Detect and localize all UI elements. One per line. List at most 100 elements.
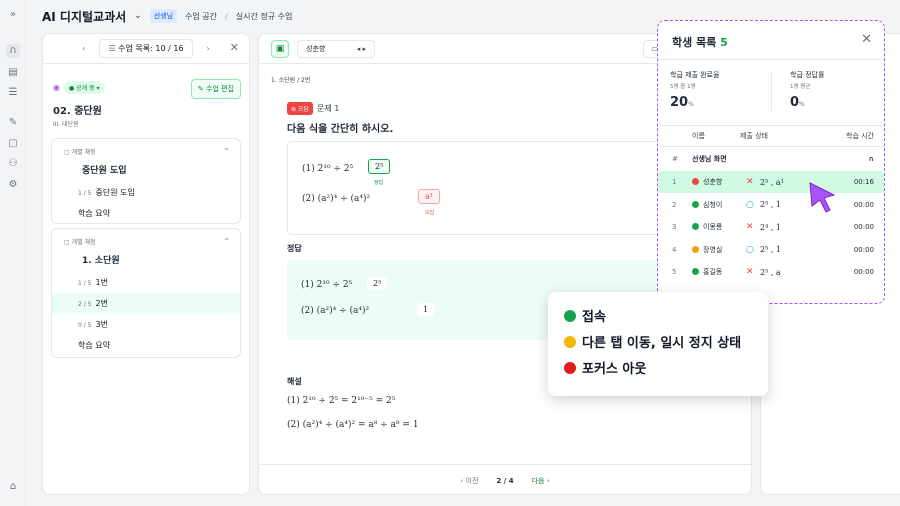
prev-label: 이전 <box>465 476 479 485</box>
row-number: 5 <box>672 268 677 276</box>
table-row[interactable]: 4 장영실 ○ 2⁵ , 1 00:00 <box>658 239 884 261</box>
study-time: 00:00 <box>853 268 874 276</box>
expand-icon[interactable]: » <box>6 8 20 22</box>
result-mark: ○ <box>746 199 754 210</box>
wrong-badge: ⊗ 오답 <box>287 102 313 115</box>
list-icon: ☰ <box>108 44 119 53</box>
table-row[interactable]: 3 이몽룡 ✕ 2⁴ , 1 00:00 <box>658 216 884 238</box>
explanation-1: (1) 2¹⁰ ÷ 2⁵ = 2¹⁰⁻⁵ = 2⁵ <box>287 396 396 406</box>
result-mark: ✕ <box>746 177 754 187</box>
item-label: 2번 <box>95 299 108 308</box>
item-progress: 1 / 5 <box>78 280 92 287</box>
table-row[interactable]: 2 심청이 ○ 2⁵ , 1 00:00 <box>658 194 884 216</box>
study-time: 00:16 <box>853 178 874 186</box>
breadcrumb-space[interactable]: 수업 공간 <box>185 11 217 22</box>
list-item[interactable]: 1 / 5 1번 <box>52 272 240 293</box>
table-header: 이름 제출 상태 학습 시간 <box>658 125 884 147</box>
page-indicator: 2 / 4 <box>496 476 514 485</box>
edit-lesson-button[interactable]: ✎ 수업 편집 <box>190 79 241 99</box>
explanation-2: (2) (a²)⁴ ÷ (a⁴)² = a⁸ ÷ a⁸ = 1 <box>287 420 419 430</box>
people-icon[interactable]: ⚇ <box>6 157 20 171</box>
section-title: 1. 소단원 <box>82 256 120 266</box>
headset-icon[interactable]: ∩ <box>868 155 874 163</box>
legend-label: 포커스 아웃 <box>582 362 647 377</box>
list-item[interactable]: 1 / 5 중단원 도입 <box>52 182 240 203</box>
stat-correct-unit: % <box>799 101 805 108</box>
list-item[interactable]: 0 / 5 3번 <box>52 314 240 335</box>
list-icon[interactable]: ☰ <box>6 86 20 100</box>
pencil-icon[interactable]: ✎ <box>6 116 20 130</box>
row-number: 3 <box>672 223 677 231</box>
status-dot <box>692 200 699 208</box>
role-tag: 선생님 <box>149 9 178 23</box>
breadcrumb-class[interactable]: 실시간 정규 수업 <box>236 11 293 22</box>
teacher-view-label: 선생님 화면 <box>692 155 727 163</box>
pagination: ‹ 이전 2 / 4 다음 › <box>259 464 751 494</box>
chevron-up-icon[interactable]: ⌃ <box>223 237 230 246</box>
student-name: 이몽룡 <box>703 223 723 231</box>
crumb-problem[interactable]: 2번 <box>301 77 310 84</box>
section-intro: ▢ 개별 채점 ⌃ 중단원 도입 1 / 5 중단원 도입 학습 요약 <box>51 138 241 224</box>
status-dot <box>692 223 699 230</box>
table-row[interactable]: 1 성춘향 ✕ 2⁵ , a¹ 00:16 <box>658 171 884 193</box>
chart-icon[interactable]: ▤ <box>6 66 20 80</box>
next-lesson-icon[interactable]: › <box>207 44 210 53</box>
chevron-up-icon[interactable]: ⌃ <box>223 147 230 156</box>
study-time: 00:00 <box>853 200 874 209</box>
document-icon[interactable]: ▢ <box>6 137 20 151</box>
list-item[interactable]: 학습 요약 <box>52 335 240 356</box>
prev-button[interactable]: ‹ 이전 <box>460 476 478 486</box>
hash-label: # <box>672 155 678 163</box>
prev-lesson-icon[interactable]: ‹ <box>82 44 85 53</box>
student-name: 성춘향 <box>306 45 326 53</box>
section-subunit: ▢ 개별 채점 ⌃ 1. 소단원 1 / 5 1번 2 / 5 2번 0 / 5 3번… <box>51 228 241 358</box>
breadcrumb-separator: / <box>225 11 228 21</box>
next-button[interactable]: 다음 › <box>532 476 550 486</box>
arrow-icons[interactable]: ◂ ▸ <box>357 41 366 57</box>
student-answer: 2⁵ , 1 <box>760 245 782 254</box>
student-list-panel: 학생 목록 5 ✕ 학급 제출 완료율 5명 중 1명 20% 학급 정답률 1… <box>657 20 885 304</box>
close-icon[interactable]: ✕ <box>861 32 872 47</box>
legend-label: 다른 탭 이동, 일시 정지 상태 <box>582 336 742 351</box>
list-item-selected[interactable]: 2 / 5 2번 <box>52 293 240 314</box>
col-name: 이름 <box>692 132 705 140</box>
student-answer: 2⁴ , 1 <box>760 222 782 232</box>
panel-title-label: 학생 목록 <box>672 36 717 49</box>
lesson-counter[interactable]: ☰ 수업 목록: 10 / 16 <box>99 39 193 58</box>
student-selector[interactable]: 성춘향 ◂ ▸ <box>297 40 375 58</box>
lesson-counter-label: 수업 목록: 10 / 16 <box>118 44 184 53</box>
chevron-down-icon[interactable]: ⌄ <box>134 11 142 21</box>
problem-label: ⊗ 오답 문제 1 <box>287 102 339 115</box>
headset-icon[interactable]: ∩ <box>6 44 20 58</box>
problem-number: 문제 1 <box>316 104 340 113</box>
list-item[interactable]: 학습 요약 <box>52 203 240 224</box>
close-icon[interactable]: ✕ <box>230 41 239 54</box>
unit-subtitle: III. 대단원 <box>53 121 79 128</box>
table-row[interactable]: 5 홍길동 ✕ 2⁵ , a 00:00 <box>658 261 884 283</box>
student-name: 장영실 <box>703 245 723 254</box>
legend-item-focus-out: 포커스 아웃 <box>564 358 752 377</box>
status-dot <box>692 245 699 253</box>
palette-icon: ◉ <box>53 83 60 92</box>
item-label: 1번 <box>95 278 108 287</box>
stat-correct-label: 학급 정답률 <box>790 71 825 79</box>
answer-1-tag: 정답 <box>374 180 384 186</box>
question-1: (1) 2¹⁰ ÷ 2⁵ <box>302 164 354 174</box>
teacher-row[interactable]: # 선생님 화면 ∩ <box>658 148 884 170</box>
stat-submit-sub: 5명 중 1명 <box>670 84 696 90</box>
col-time: 학습 시간 <box>846 132 874 140</box>
book-icon[interactable]: ▣ <box>271 40 289 58</box>
document-icon: ▢ <box>64 149 72 156</box>
settings-icon[interactable]: ⚙ <box>6 178 20 192</box>
legend-label: 접속 <box>582 310 606 325</box>
section-title: 중단원 도입 <box>82 166 127 176</box>
stat-correct-number: 0 <box>790 95 800 110</box>
visibility-pill[interactable]: ● 공개 중 ▾ <box>63 81 105 94</box>
stat-submit-unit: % <box>688 101 694 108</box>
home-icon[interactable]: ⌂ <box>6 480 20 494</box>
pencil-icon: ✎ <box>197 85 206 93</box>
answer-2-tag: 오답 <box>425 210 435 216</box>
student-answer: 2⁵ , a <box>760 267 781 277</box>
row-number: 2 <box>672 200 677 209</box>
crumb-subunit[interactable]: 1. 소단원 <box>271 77 295 84</box>
